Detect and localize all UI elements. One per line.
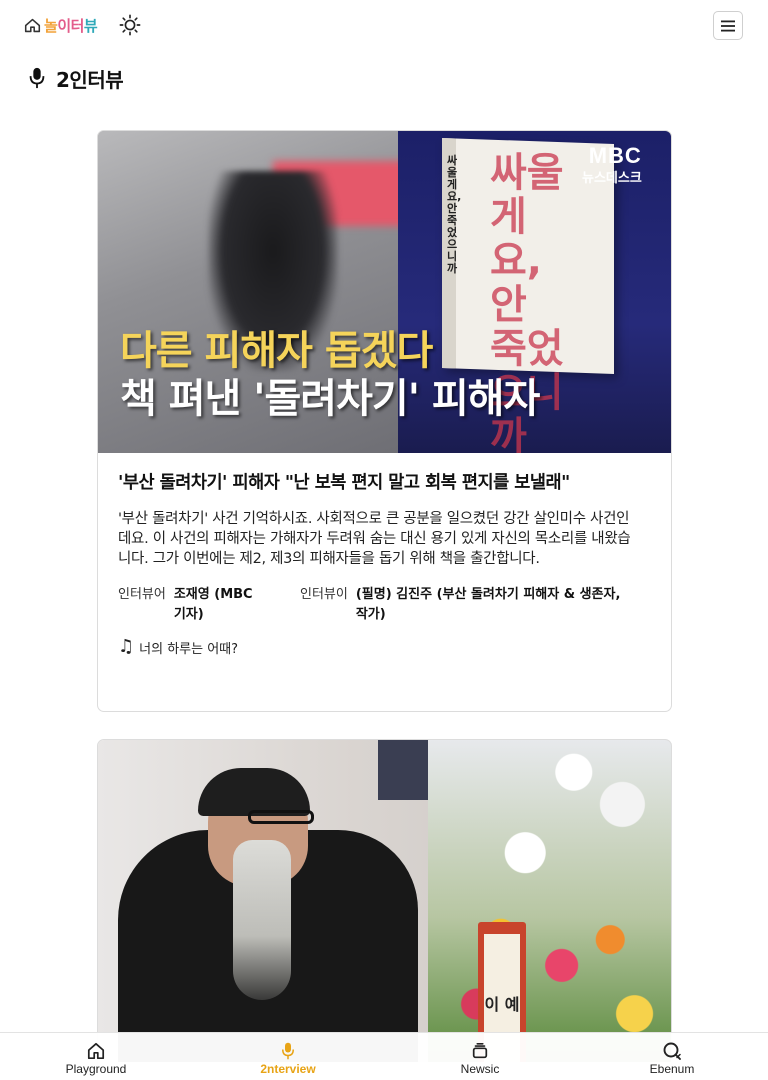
card-thumbnail[interactable]: 싸울게요, 안 죽었으니까 싸울게요, 안 죽었으니까 MBC 뉴스데스크 다른… [98,131,671,453]
logo-text: 놀이터뷰 [44,16,98,35]
interview-card[interactable]: 이 예 [97,739,672,1080]
theme-toggle-button[interactable] [118,13,142,37]
nav-item-playground[interactable]: Playground [0,1033,192,1080]
stack-icon [470,1041,490,1061]
search-chat-icon [662,1041,682,1061]
house-icon [24,18,41,32]
thumbnail-headline: 다른 피해자 돕겠다 책 펴낸 '돌려차기' 피해자 [120,328,540,422]
bottom-navigation: Playground 2nterview Newsic Ebenum [0,1032,768,1080]
interviewee-label: 인터뷰이 [300,587,348,602]
menu-button[interactable] [713,11,743,40]
flower-wreath [428,740,671,1062]
nav-item-2nterview[interactable]: 2nterview [192,1033,384,1080]
card-description: '부산 돌려차기' 사건 기억하시죠. 사회적으로 큰 공분을 일으켰던 강간 … [118,511,631,567]
interview-card[interactable]: 싸울게요, 안 죽었으니까 싸울게요, 안 죽었으니까 MBC 뉴스데스크 다른… [97,130,672,712]
card-thumbnail[interactable]: 이 예 [98,740,671,1062]
hamburger-icon [721,20,735,31]
song-link[interactable]: ♫ 너의 하루는 어때? [118,637,651,657]
interviewer-name: 조재영 (MBC 기자) [173,587,253,622]
app-logo[interactable]: 놀이터뷰 [24,14,98,36]
broadcaster-logo: MBC 뉴스데스크 [582,143,642,186]
nav-item-newsic[interactable]: Newsic [384,1033,576,1080]
page-title-text: 2인터뷰 [56,67,124,92]
interviewee-name: (필명) 김진주 (부산 돌려차기 피해자 & 생존자, 작가) [355,587,621,622]
nav-item-ebenum[interactable]: Ebenum [576,1033,768,1080]
sun-icon [119,14,141,36]
microphone-icon [29,67,45,89]
microphone-icon [278,1041,298,1061]
top-bar: 놀이터뷰 [0,0,768,50]
card-title[interactable]: '부산 돌려차기' 피해자 "난 보복 편지 말고 회복 편지를 보낼래" [118,471,651,495]
card-meta: 인터뷰어 조재영 (MBC 기자) 인터뷰이 (필명) 김진주 (부산 돌려차기… [118,585,651,625]
music-note-icon: ♫ [118,636,135,657]
page-title: 2인터뷰 [28,64,124,92]
interviewer-label: 인터뷰어 [118,587,166,602]
home-icon [86,1041,106,1061]
book-spine-text: 싸울게요, 안 죽었으니까 [447,154,462,275]
person-photo [98,768,428,1062]
song-title: 너의 하루는 어때? [139,641,239,657]
